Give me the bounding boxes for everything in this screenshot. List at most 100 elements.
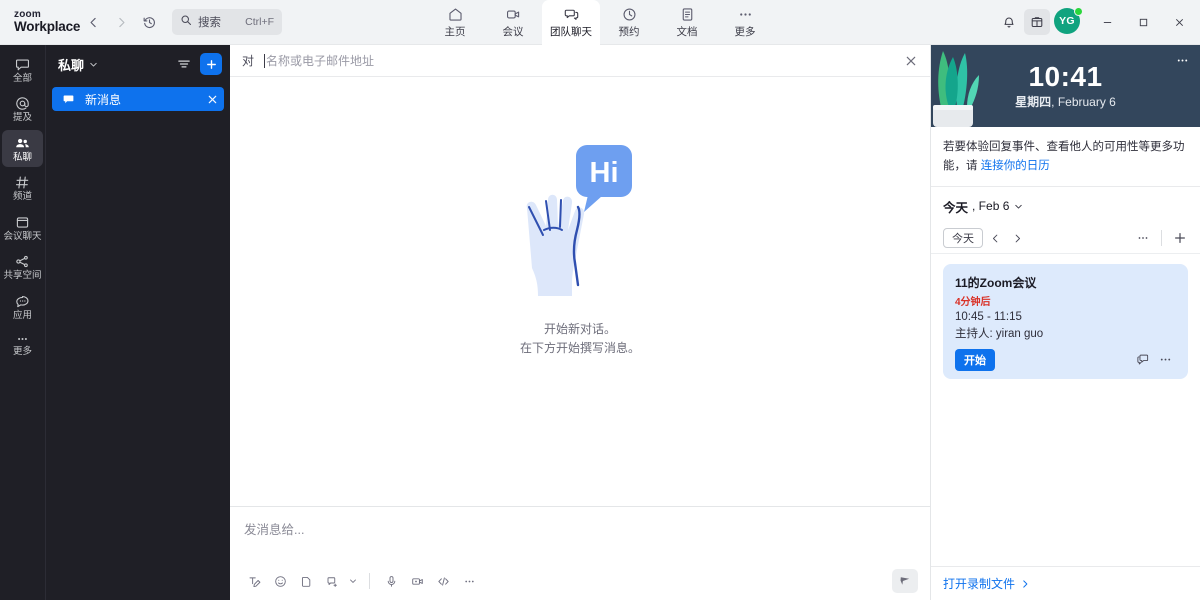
tab-team-chat-label: 团队聊天 <box>550 24 592 39</box>
rail-item-more[interactable]: 更多 <box>2 327 43 361</box>
rail-item-private-chat[interactable]: 私聊 <box>2 130 43 167</box>
window-right-controls: YG <box>996 7 1200 37</box>
code-snippet-icon[interactable] <box>431 569 455 593</box>
video-message-icon[interactable] <box>405 569 429 593</box>
chat-bubble-filled-icon <box>62 93 75 106</box>
day-header: 今天 , Feb 6 <box>931 187 1200 224</box>
day-header-date: , Feb 6 <box>972 199 1009 213</box>
search-icon <box>180 13 192 31</box>
day-header-today: 今天 <box>943 197 968 216</box>
current-month-day: , February 6 <box>1051 95 1116 109</box>
next-day-button[interactable] <box>1007 228 1027 248</box>
message-input[interactable]: 发消息给... <box>242 507 918 566</box>
rail-item-channels-label: 频道 <box>13 192 32 202</box>
clock-card: 10:41 星期四, February 6 <box>931 45 1200 127</box>
rail-item-mentions-label: 提及 <box>13 113 32 123</box>
message-composer: 发消息给... <box>230 506 930 600</box>
list-item[interactable]: 新消息 <box>52 87 224 111</box>
audio-message-icon[interactable] <box>379 569 403 593</box>
tab-home[interactable]: 主页 <box>426 0 484 45</box>
meeting-chat-icon[interactable] <box>1132 350 1154 370</box>
filter-icon[interactable] <box>172 52 196 76</box>
open-recordings-link[interactable]: 打开录制文件 <box>943 575 1015 592</box>
tab-more[interactable]: 更多 <box>716 0 774 45</box>
calendar-connect-prompt: 若要体验回复事件、查看他人的可用性等更多功能，请 连接你的日历 <box>931 127 1200 187</box>
tab-meetings-label: 会议 <box>503 24 524 39</box>
current-time: 10:41 <box>1028 62 1102 91</box>
minimize-button[interactable] <box>1090 7 1124 37</box>
screen-capture-icon[interactable] <box>320 569 344 593</box>
svg-text:Hi: Hi <box>590 157 619 189</box>
rail-item-apps[interactable]: 应用 <box>2 288 43 325</box>
tab-team-chat[interactable]: 团队聊天 <box>542 0 600 45</box>
rail-item-all[interactable]: 全部 <box>2 51 43 88</box>
chat-list-items: 新消息 <box>46 83 230 111</box>
back-button[interactable] <box>80 9 106 35</box>
toolbar-divider <box>1161 230 1162 246</box>
toolbar-divider <box>369 573 370 589</box>
add-event-button[interactable] <box>1170 228 1190 248</box>
empty-state-line1: 开始新对话。 <box>544 320 616 339</box>
composer-toolbar <box>242 566 918 600</box>
recipient-input[interactable]: 名称或电子邮件地址 <box>264 52 900 69</box>
tab-meetings[interactable]: 会议 <box>484 0 542 45</box>
rail-item-shared-spaces-label: 共享空间 <box>3 271 41 281</box>
recipient-bar: 对 名称或电子邮件地址 <box>230 45 930 77</box>
calendar-prompt-text: 若要体验回复事件、查看他人的可用性等更多功能，请 <box>943 141 1185 172</box>
avatar[interactable]: YG <box>1054 8 1082 36</box>
meeting-title: 11的Zoom会议 <box>955 274 1176 291</box>
chevron-right-icon[interactable] <box>1020 579 1030 589</box>
meeting-more-icon[interactable] <box>1154 350 1176 370</box>
recordings-footer: 打开录制文件 <box>931 566 1200 600</box>
meeting-starts-in: 4分钟后 <box>955 293 1176 308</box>
brand-workplace: Workplace <box>14 20 72 34</box>
forward-button[interactable] <box>108 9 134 35</box>
file-icon[interactable] <box>294 569 318 593</box>
meeting-host: 主持人: yiran guo <box>955 325 1176 341</box>
day-more-icon[interactable] <box>1133 228 1153 248</box>
tab-home-label: 主页 <box>445 24 466 39</box>
tab-schedule[interactable]: 预约 <box>600 0 658 45</box>
close-button[interactable] <box>1162 7 1196 37</box>
title-bar: zoom Workplace 搜索 Ctrl+F <box>0 0 1200 45</box>
tab-docs-label: 文档 <box>677 24 698 39</box>
maximize-button[interactable] <box>1126 7 1160 37</box>
emoji-icon[interactable] <box>268 569 292 593</box>
close-icon[interactable] <box>207 94 218 105</box>
clock-more-icon[interactable] <box>1175 53 1190 68</box>
rail-item-mentions[interactable]: 提及 <box>2 90 43 127</box>
chevron-down-icon[interactable] <box>88 59 99 70</box>
chat-list-header: 私聊 <box>46 45 230 83</box>
send-button[interactable] <box>892 569 918 593</box>
calendar-gift-icon[interactable] <box>1024 9 1050 35</box>
rail-item-meeting-chat-label: 会议聊天 <box>3 232 41 242</box>
tab-more-label: 更多 <box>735 24 756 39</box>
format-text-icon[interactable] <box>242 569 266 593</box>
start-meeting-button[interactable]: 开始 <box>955 349 995 371</box>
status-badge <box>1074 7 1083 16</box>
previous-day-button[interactable] <box>985 228 1005 248</box>
tab-docs[interactable]: 文档 <box>658 0 716 45</box>
connect-calendar-link[interactable]: 连接你的日历 <box>981 160 1050 172</box>
main-body: 全部 提及 私聊 频道 会议聊天 共享空间 <box>0 45 1200 600</box>
rail-item-meeting-chat[interactable]: 会议聊天 <box>2 209 43 246</box>
search-input[interactable]: 搜索 Ctrl+F <box>172 9 282 35</box>
rail-item-shared-spaces[interactable]: 共享空间 <box>2 248 43 285</box>
navigation-arrows <box>80 9 162 35</box>
calendar-panel: 10:41 星期四, February 6 若要体验回复事件、查看他人的可用性等… <box>930 45 1200 600</box>
text-caret <box>264 54 265 68</box>
rail-item-more-label: 更多 <box>13 347 32 357</box>
agenda-list: 11的Zoom会议 4分钟后 10:45 - 11:15 主持人: yiran … <box>931 254 1200 566</box>
history-button[interactable] <box>136 9 162 35</box>
chevron-down-icon[interactable] <box>346 569 360 593</box>
bell-icon[interactable] <box>996 9 1022 35</box>
new-chat-button[interactable] <box>200 53 222 75</box>
today-button[interactable]: 今天 <box>943 228 983 248</box>
empty-state-line2: 在下方开始撰写消息。 <box>520 339 640 358</box>
meeting-card[interactable]: 11的Zoom会议 4分钟后 10:45 - 11:15 主持人: yiran … <box>943 264 1188 379</box>
zoom-workplace-window: zoom Workplace 搜索 Ctrl+F <box>0 0 1200 600</box>
chevron-down-icon[interactable] <box>1013 201 1024 212</box>
more-options-icon[interactable] <box>457 569 481 593</box>
rail-item-channels[interactable]: 频道 <box>2 169 43 206</box>
close-conversation-button[interactable] <box>900 50 922 72</box>
